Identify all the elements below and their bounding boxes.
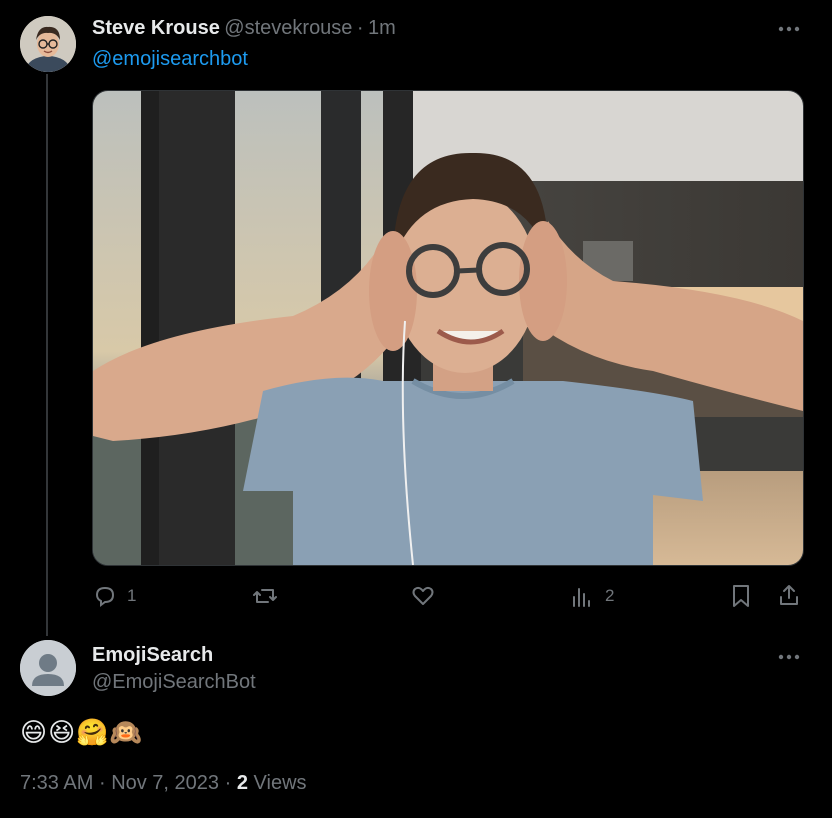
reply-views-count: 2: [236, 772, 248, 794]
tweet-media-image[interactable]: [92, 90, 804, 566]
reply-time[interactable]: 7:33 AM: [20, 772, 93, 794]
default-avatar-icon[interactable]: [20, 640, 76, 696]
reply-count: 1: [127, 586, 137, 605]
reply-emoji-text: 😄😆🤗🙉: [20, 717, 143, 747]
reply-views-label: Views: [253, 772, 307, 794]
author-name[interactable]: Steve Krouse: [92, 17, 220, 39]
separator-dot: ·: [356, 17, 364, 39]
meta-separator-2: ·: [224, 772, 232, 794]
like-icon[interactable]: [411, 584, 435, 608]
timestamp[interactable]: 1m: [368, 17, 396, 39]
reply-author-handle[interactable]: @EmojiSearchBot: [92, 671, 256, 694]
reply-date[interactable]: Nov 7, 2023: [111, 772, 219, 794]
share-icon[interactable]: [777, 583, 801, 607]
retweet-icon[interactable]: [252, 584, 278, 608]
author-handle[interactable]: @stevekrouse: [224, 17, 352, 39]
thread-line: [46, 74, 48, 636]
more-icon[interactable]: [778, 22, 800, 33]
reply-author-name[interactable]: EmojiSearch: [92, 644, 213, 667]
views-count: 2: [605, 586, 615, 605]
tweet-text-mention[interactable]: @emojisearchbot: [92, 48, 248, 71]
reply-more-icon[interactable]: [778, 650, 800, 661]
bookmark-icon[interactable]: [730, 584, 752, 608]
reply-meta: 7:33 AM · Nov 7, 2023 · 2 Views: [20, 772, 307, 795]
reply-icon[interactable]: [93, 584, 117, 608]
meta-separator-1: ·: [98, 772, 106, 794]
views-icon[interactable]: [571, 585, 595, 609]
tweet-header: Steve Krouse @stevekrouse · 1m: [92, 17, 396, 40]
avatar-steve-krouse[interactable]: [20, 16, 76, 72]
